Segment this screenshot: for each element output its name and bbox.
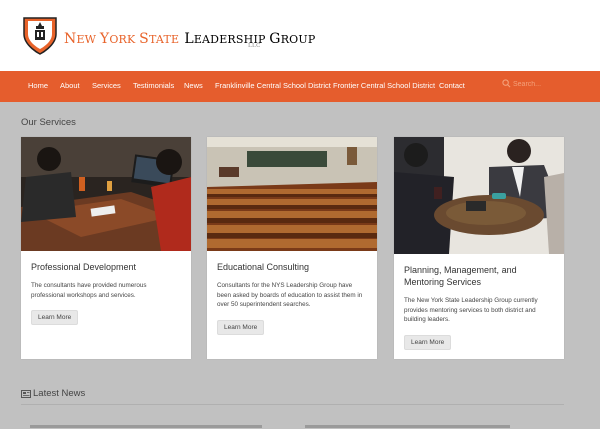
shield-crest-icon[interactable] — [22, 16, 58, 56]
service-card-planning-management-mentoring: Planning, Management, and Mentoring Serv… — [394, 137, 564, 359]
nav-testimonials[interactable]: Testimonials — [133, 81, 174, 90]
card-title: Educational Consulting — [217, 262, 310, 272]
learn-more-button[interactable]: Learn More — [404, 335, 452, 350]
search-icon[interactable] — [502, 79, 511, 88]
service-image-workshop[interactable] — [21, 137, 191, 251]
service-card-educational-consulting: Educational Consulting Consultants for t… — [207, 137, 377, 359]
learn-more-button[interactable]: Learn More — [31, 310, 79, 325]
llc-label: LLC — [248, 43, 261, 49]
news-item-2-peek[interactable] — [305, 424, 510, 429]
site-header: NEW YORK STATE LEADERSHIP GROUP LLC — [0, 0, 600, 71]
card-text: The consultants have provided numerous p… — [31, 282, 147, 299]
site-title-part-1: NEW YORK STATE — [64, 31, 180, 47]
services-heading: Our Services — [21, 117, 76, 128]
service-image-classroom[interactable] — [207, 137, 377, 251]
nav-contact[interactable]: Contact — [439, 81, 465, 90]
service-card-professional-development: Professional Development The consultants… — [21, 137, 191, 359]
nav-news[interactable]: News — [184, 81, 203, 90]
nav-frontier[interactable]: Frontier Central School District — [333, 81, 435, 90]
card-title: Professional Development — [31, 262, 137, 272]
news-divider — [21, 404, 564, 405]
card-text: Consultants for the NYS Leadership Group… — [217, 282, 363, 308]
card-text: The New York State Leadership Group curr… — [404, 297, 538, 323]
site-title[interactable]: NEW YORK STATE LEADERSHIP GROUP — [64, 28, 315, 47]
nav-services[interactable]: Services — [92, 81, 121, 90]
search-input[interactable] — [513, 78, 583, 90]
news-item-1-peek[interactable] — [30, 424, 262, 429]
search-box[interactable] — [502, 78, 584, 92]
nav-home[interactable]: Home — [28, 81, 48, 90]
nav-about[interactable]: About — [60, 81, 80, 90]
main-content: Our Services Professional Development Th… — [0, 102, 600, 429]
nav-franklinville[interactable]: Franklinville Central School District — [215, 81, 331, 90]
learn-more-button[interactable]: Learn More — [217, 320, 265, 335]
latest-news-heading: Latest News — [33, 388, 86, 399]
service-image-meeting[interactable] — [394, 137, 564, 254]
newspaper-icon — [21, 390, 31, 398]
card-title: Planning, Management, and Mentoring Serv… — [404, 265, 517, 287]
